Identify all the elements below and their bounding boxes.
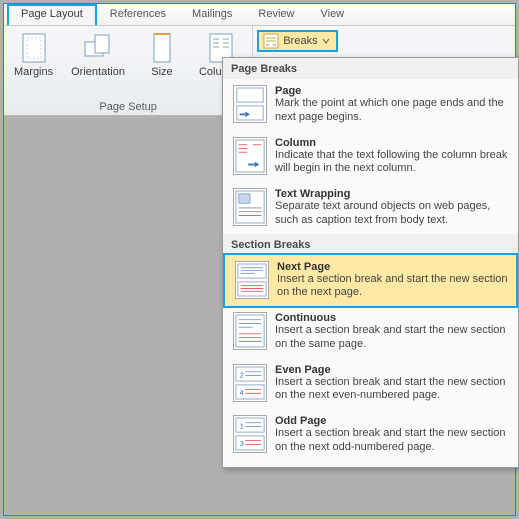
tab-references[interactable]: References — [97, 4, 179, 25]
size-label: Size — [151, 66, 172, 78]
next-page-icon — [235, 261, 269, 299]
next-page-desc: Insert a section break and start the new… — [277, 273, 508, 301]
group-page-setup: Margins Orientation Size Columns Page Se… — [4, 26, 253, 115]
svg-text:1: 1 — [240, 421, 244, 430]
break-option-even-page[interactable]: 24 Even Page Insert a section break and … — [223, 358, 518, 410]
next-page-title: Next Page — [277, 261, 508, 273]
breaks-label: Breaks — [283, 35, 317, 47]
breaks-dropdown: Page Breaks Page Mark the point at which… — [222, 57, 519, 468]
text-wrapping-icon — [233, 188, 267, 226]
chevron-down-icon — [322, 37, 330, 45]
orientation-icon — [82, 32, 114, 64]
orientation-button[interactable]: Orientation — [67, 30, 129, 80]
page-break-icon — [233, 85, 267, 123]
document-background — [4, 116, 222, 515]
break-option-page[interactable]: Page Mark the point at which one page en… — [223, 79, 518, 131]
svg-text:3: 3 — [240, 439, 244, 448]
break-option-text-wrapping[interactable]: Text Wrapping Separate text around objec… — [223, 182, 518, 234]
svg-text:4: 4 — [240, 388, 244, 397]
continuous-desc: Insert a section break and start the new… — [275, 324, 510, 352]
margins-icon — [18, 32, 50, 64]
break-option-column[interactable]: Column Indicate that the text following … — [223, 131, 518, 183]
column-break-desc: Indicate that the text following the col… — [275, 149, 510, 177]
text-wrapping-title: Text Wrapping — [275, 188, 510, 200]
odd-page-title: Odd Page — [275, 415, 510, 427]
continuous-icon — [233, 312, 267, 350]
size-icon — [146, 32, 178, 64]
svg-text:2: 2 — [240, 370, 244, 379]
ribbon-tabbar: Page Layout References Mailings Review V… — [4, 4, 515, 26]
margins-button[interactable]: Margins — [10, 30, 57, 80]
tab-page-layout[interactable]: Page Layout — [7, 4, 97, 25]
column-break-icon — [233, 137, 267, 175]
group-title-page-setup: Page Setup — [10, 99, 246, 115]
even-page-icon: 24 — [233, 364, 267, 402]
size-button[interactable]: Size — [139, 30, 185, 80]
even-page-title: Even Page — [275, 364, 510, 376]
breaks-icon — [263, 33, 279, 49]
break-option-odd-page[interactable]: 13 Odd Page Insert a section break and s… — [223, 409, 518, 461]
breaks-button[interactable]: Breaks — [257, 30, 337, 52]
text-wrapping-desc: Separate text around objects on web page… — [275, 200, 510, 228]
even-page-desc: Insert a section break and start the new… — [275, 376, 510, 404]
column-break-title: Column — [275, 137, 510, 149]
odd-page-desc: Insert a section break and start the new… — [275, 427, 510, 455]
page-break-title: Page — [275, 85, 510, 97]
break-option-next-page[interactable]: Next Page Insert a section break and sta… — [223, 253, 518, 309]
section-header-page-breaks: Page Breaks — [223, 58, 518, 79]
odd-page-icon: 13 — [233, 415, 267, 453]
tab-mailings[interactable]: Mailings — [179, 4, 245, 25]
margins-label: Margins — [14, 66, 53, 78]
tab-view[interactable]: View — [307, 4, 357, 25]
break-option-continuous[interactable]: Continuous Insert a section break and st… — [223, 306, 518, 358]
tab-review[interactable]: Review — [245, 4, 307, 25]
orientation-label: Orientation — [71, 66, 125, 78]
section-header-section-breaks: Section Breaks — [223, 234, 518, 255]
page-break-desc: Mark the point at which one page ends an… — [275, 97, 510, 125]
continuous-title: Continuous — [275, 312, 510, 324]
